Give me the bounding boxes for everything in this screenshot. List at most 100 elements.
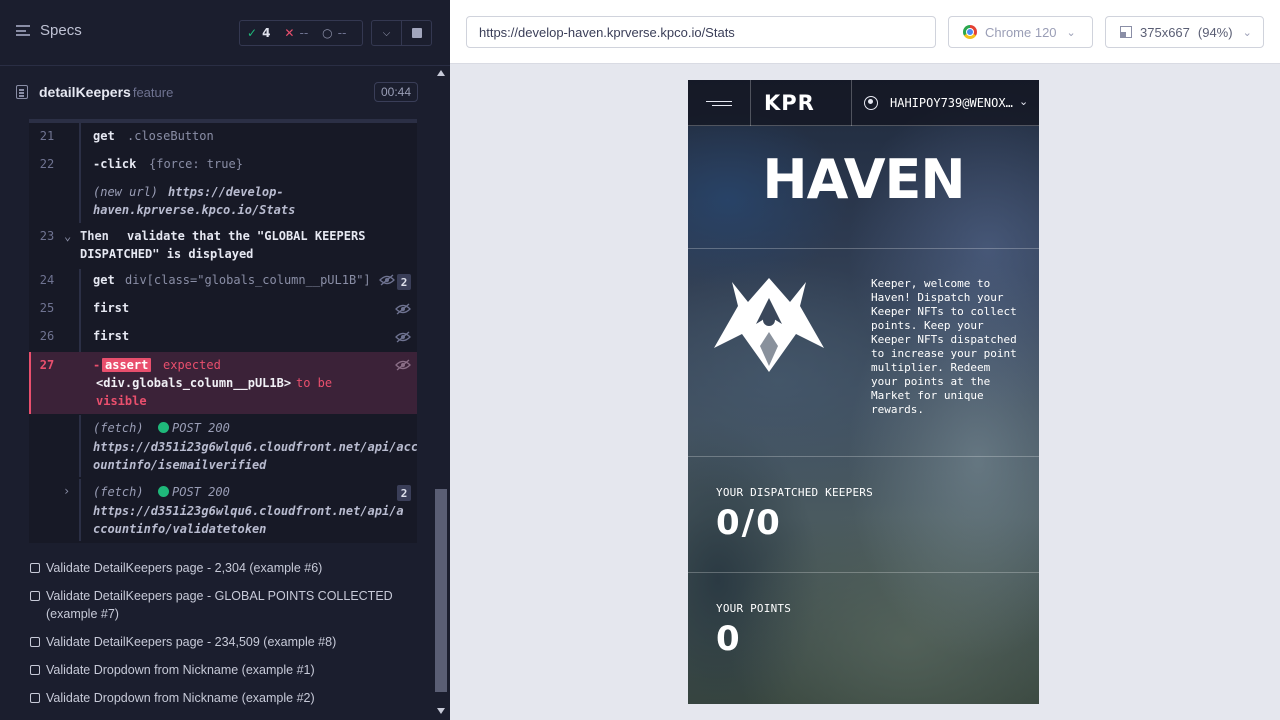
command-row[interactable]: 24 get div[class="globals_column__pUL1B"…: [29, 269, 417, 297]
scroll-down-arrow-icon[interactable]: [437, 708, 445, 714]
command-row[interactable]: 21 get .closeButton: [29, 123, 417, 153]
fetch-url-cont: ountinfo/isemailverified: [93, 458, 267, 472]
command-name: get: [93, 273, 115, 287]
check-icon: ✓: [247, 26, 258, 40]
test-status-icon: [30, 637, 40, 647]
test-title: Validate Dropdown from Nickname (example…: [46, 691, 315, 705]
run-controls: ⌵: [371, 20, 432, 46]
assert-dash: -: [93, 358, 101, 372]
test-item[interactable]: Validate DetailKeepers page - GLOBAL POI…: [30, 587, 420, 623]
passed-stat: ✓ 4: [240, 26, 277, 40]
command-indent: [79, 297, 81, 325]
fetch-event[interactable]: (fetch) POST 200 https://d351i23g6wlqu6.…: [29, 415, 417, 477]
status-dot-icon: [158, 422, 169, 433]
chrome-icon: [963, 25, 977, 39]
viewport-zoom: (94%): [1197, 24, 1233, 40]
request-count-badge: 2: [397, 485, 411, 501]
url-text: https://develop-haven.kprverse.kpco.io/S…: [479, 24, 735, 40]
browser-selector[interactable]: Chrome 120 ⌄: [948, 16, 1093, 48]
viewport-selector[interactable]: 375x667 (94%) ⌄: [1105, 16, 1264, 48]
dispatched-keepers-label: YOUR DISPATCHED KEEPERS: [716, 486, 873, 499]
stop-button[interactable]: [402, 21, 431, 45]
command-indent: [79, 269, 81, 297]
test-status-icon: [30, 591, 40, 601]
test-item[interactable]: Validate Dropdown from Nickname (example…: [30, 661, 420, 679]
command-row[interactable]: 26 first: [29, 325, 417, 353]
fetch-url-cont: ccountinfo/validatetoken: [93, 522, 267, 536]
step-text: validate that the "GLOBAL KEEPERS: [127, 229, 366, 243]
specs-nav-button[interactable]: Specs: [16, 22, 82, 39]
new-url-event[interactable]: (new url) https://develop- haven.kprvers…: [29, 179, 417, 223]
chevron-down-icon: ⌵: [382, 27, 391, 39]
step-row[interactable]: 23 ⌄ Then validate that the "GLOBAL KEEP…: [29, 229, 417, 267]
kpr-logo[interactable]: KPR: [764, 91, 815, 115]
assert-expected: expected: [163, 358, 221, 372]
spec-header[interactable]: detailKeepers feature 00:44: [16, 80, 418, 104]
points-label: YOUR POINTS: [716, 602, 792, 615]
status-dot-icon: [158, 486, 169, 497]
haven-title: HAVEN: [762, 148, 965, 211]
pending-stat: ○ --: [315, 26, 353, 40]
line-number: 21: [39, 129, 55, 143]
nav-divider: [750, 80, 751, 126]
test-title: Validate DetailKeepers page - 234,509 (e…: [46, 635, 337, 649]
event-label: (fetch): [93, 421, 144, 435]
spinner-icon: ○: [322, 26, 333, 40]
fetch-method: POST 200: [172, 485, 230, 499]
chevron-down-icon: ⌄: [1242, 26, 1252, 39]
fetch-url: https://d351i23g6wlqu6.cloudfront.net/ap…: [93, 440, 417, 454]
reporter-header: Specs ✓ 4 ✕ -- ○ -- ⌵: [0, 0, 450, 66]
line-number: 23: [39, 229, 55, 243]
fetch-url: https://d351i23g6wlqu6.cloudfront.net/ap…: [93, 504, 404, 518]
scrollbar-thumb[interactable]: [435, 489, 447, 692]
event-label: (fetch): [93, 485, 144, 499]
x-icon: ✕: [284, 26, 295, 40]
chevron-down-icon: ⌄: [1066, 26, 1076, 39]
command-log: 21 get .closeButton 22 -click {force: tr…: [29, 119, 417, 543]
eye-slash-icon: [395, 303, 411, 315]
stop-icon: [411, 28, 422, 38]
test-title: Validate Dropdown from Nickname (example…: [46, 663, 315, 677]
command-name: first: [93, 329, 130, 343]
user-nickname-dropdown[interactable]: HAHIPOY739@WENOXAL.COM: [890, 96, 1014, 110]
command-indent: [79, 151, 81, 181]
failed-assert-row[interactable]: 27 - assert expected <div.globals_column…: [29, 352, 417, 414]
fetch-event[interactable]: › (fetch) POST 200 2 https://d351i23g6wl…: [29, 479, 417, 541]
chevron-down-icon: ⌄: [64, 229, 72, 243]
assert-tag: assert: [102, 358, 152, 372]
app-menu-icon[interactable]: [706, 101, 732, 106]
assert-message: to be: [296, 376, 333, 390]
dispatched-keepers-value: 0/0: [716, 503, 782, 543]
test-stats: ✓ 4 ✕ -- ○ --: [239, 20, 363, 46]
test-status-icon: [30, 693, 40, 703]
command-indent: [79, 325, 81, 353]
command-message: .closeButton: [127, 129, 214, 143]
keeper-emblem-icon: [714, 278, 824, 372]
test-item[interactable]: Validate DetailKeepers page - 234,509 (e…: [30, 633, 420, 651]
element-count-badge: 2: [397, 274, 411, 290]
command-indent: [79, 123, 81, 153]
app-viewport: KPR HAHIPOY739@WENOXAL.COM ⌄ HAVEN Keepe…: [688, 80, 1039, 704]
scroll-up-arrow-icon[interactable]: [437, 70, 445, 76]
step-keyword: Then: [80, 229, 109, 243]
dropdown-button[interactable]: ⌵: [372, 21, 402, 45]
user-icon: [864, 96, 878, 110]
command-row[interactable]: 25 first: [29, 297, 417, 325]
url-bar[interactable]: https://develop-haven.kprverse.kpco.io/S…: [466, 16, 936, 48]
test-item[interactable]: Validate Dropdown from Nickname (example…: [30, 689, 420, 707]
command-indent: [79, 415, 81, 477]
browser-label: Chrome 120: [985, 24, 1057, 40]
chevron-down-icon[interactable]: ⌄: [1019, 95, 1028, 108]
test-title: Validate DetailKeepers page - GLOBAL POI…: [46, 589, 393, 621]
spec-name: detailKeepers: [39, 84, 131, 100]
event-label: (new url): [93, 185, 159, 199]
viewport-size: 375x667: [1140, 24, 1190, 40]
step-text-cont: DISPATCHED" is displayed: [80, 247, 254, 261]
failed-count: --: [299, 26, 309, 40]
command-name: get: [93, 129, 115, 143]
command-row[interactable]: 22 -click {force: true}: [29, 151, 417, 181]
command-message: div[class="globals_column__pUL1B"]: [125, 273, 371, 287]
new-url-text-cont: haven.kprverse.kpco.io/Stats: [93, 203, 296, 217]
test-item[interactable]: Validate DetailKeepers page - 2,304 (exa…: [30, 559, 420, 577]
command-name: -click: [93, 157, 137, 171]
